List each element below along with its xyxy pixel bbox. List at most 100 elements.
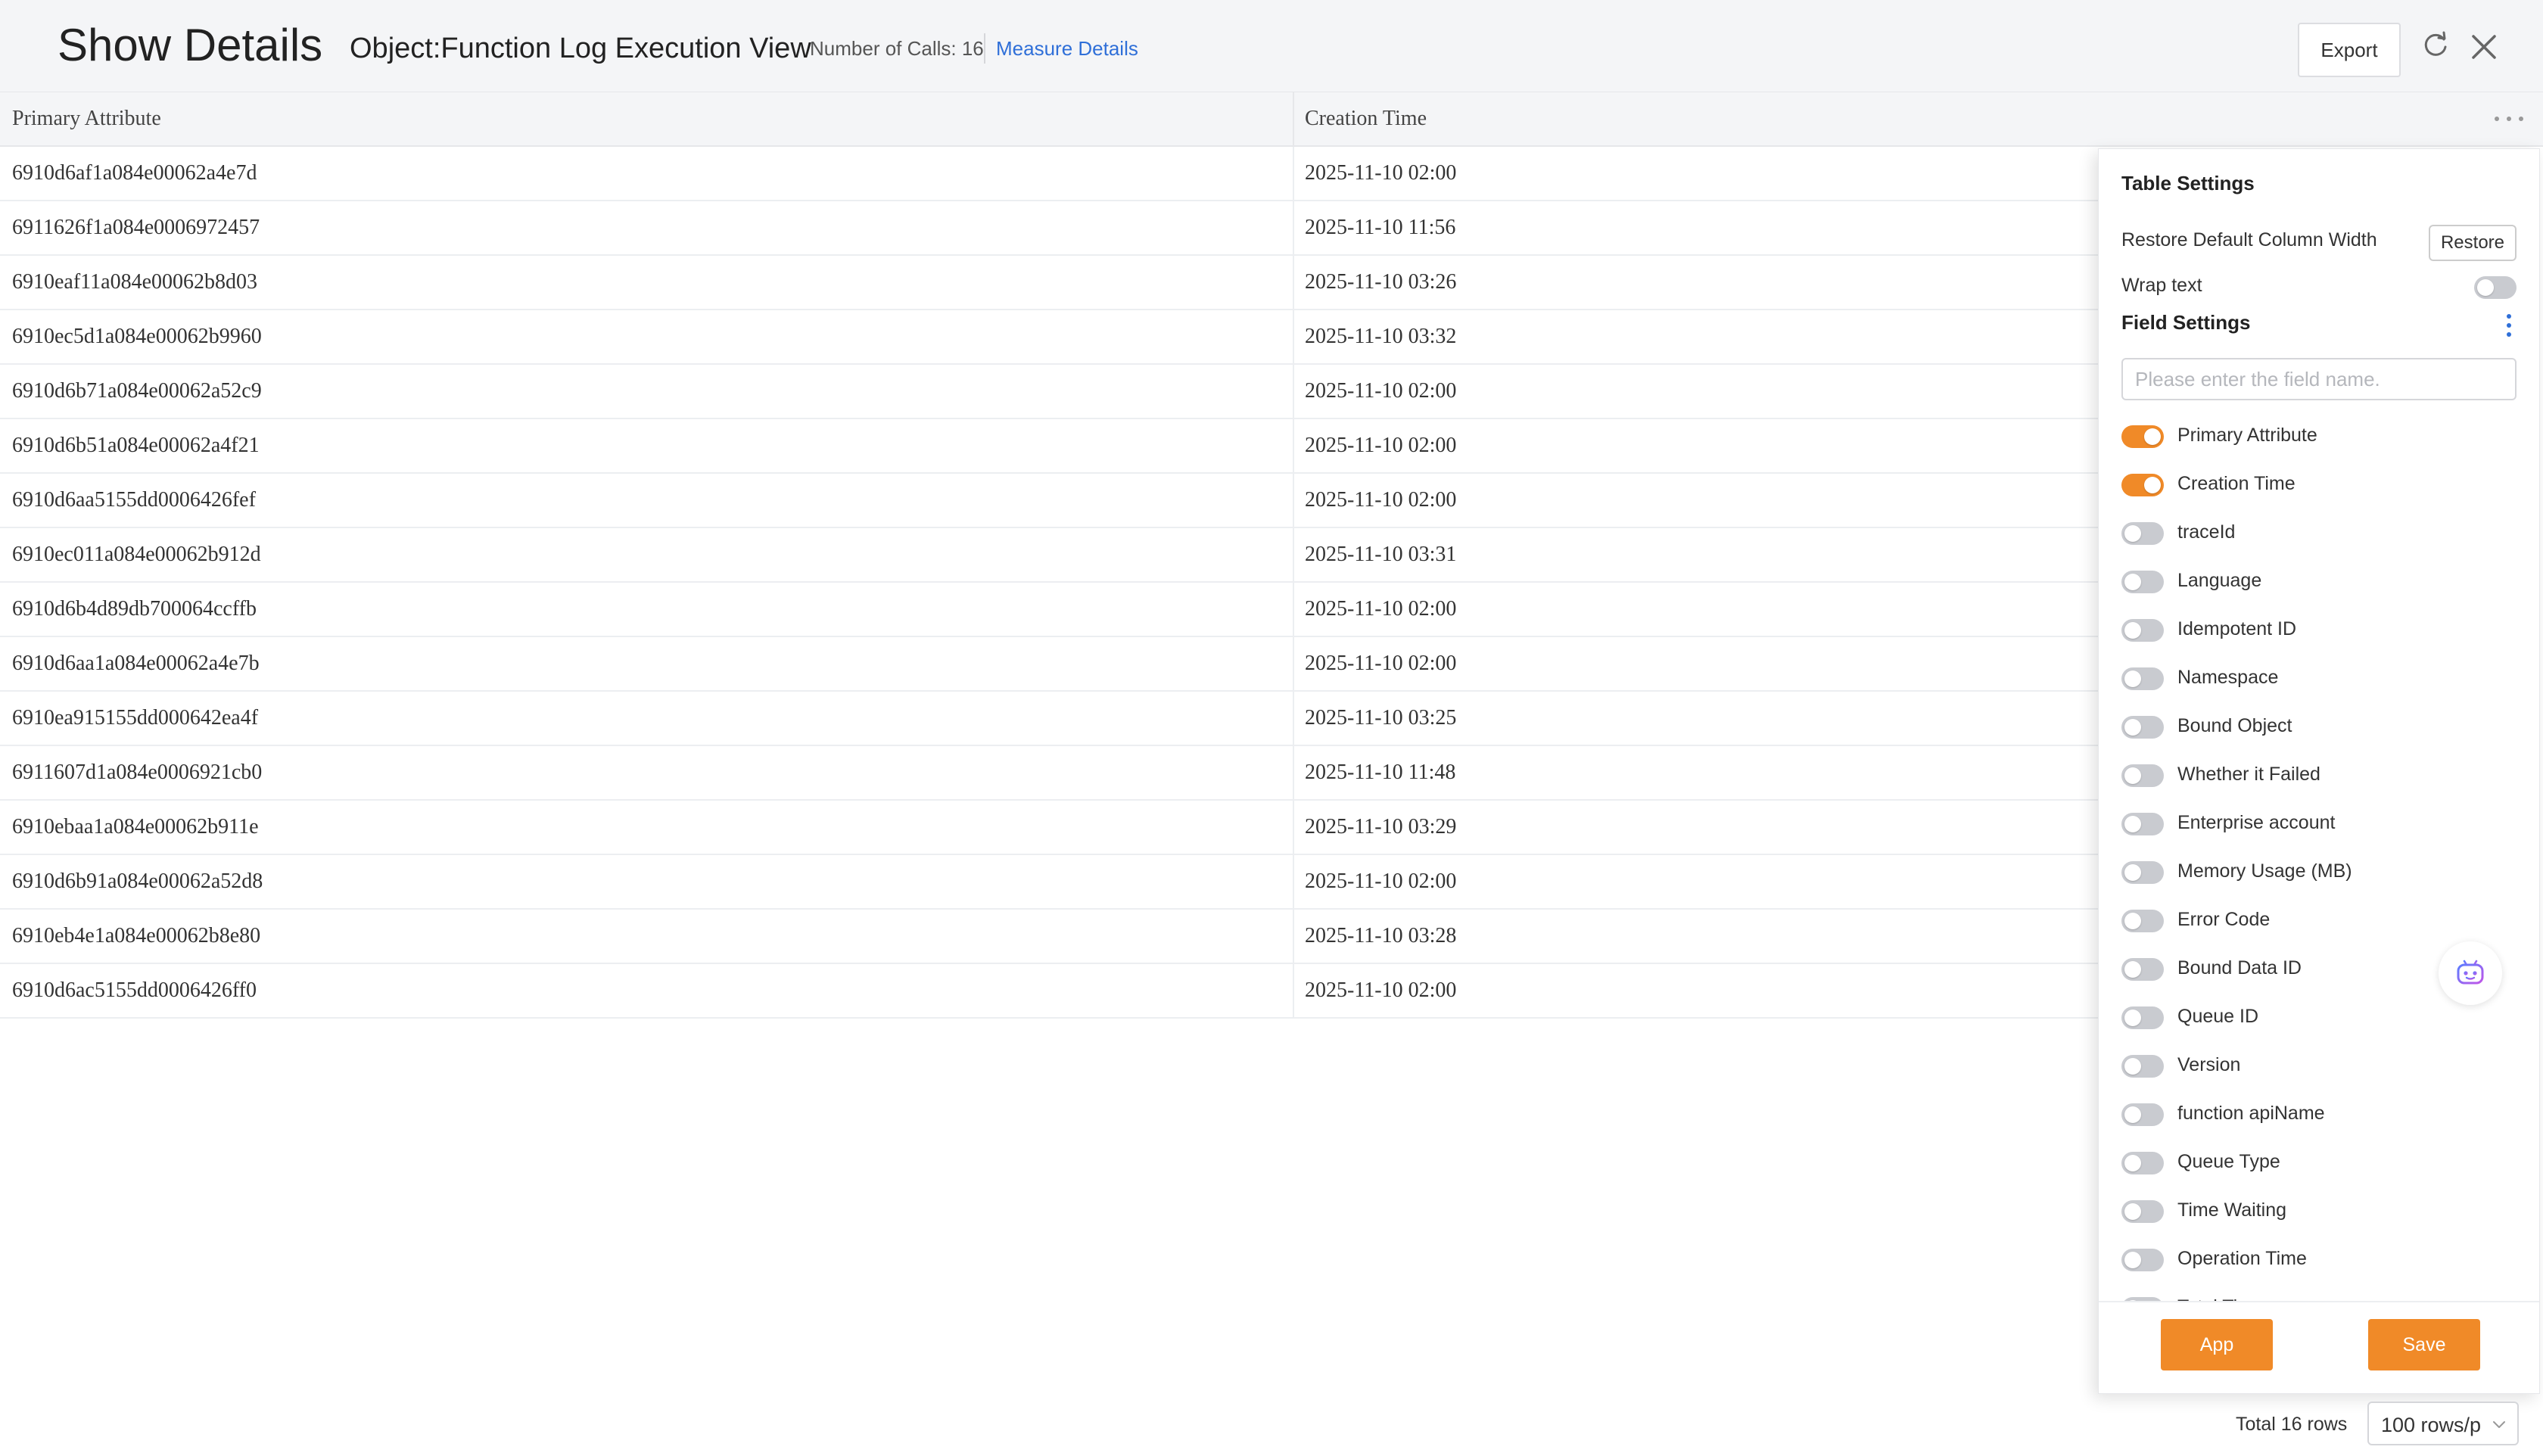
table-settings-panel: Table Settings Restore Default Column Wi…: [2098, 148, 2540, 1394]
table-row[interactable]: 6910ec5d1a084e00062b9960 2025-11-10 03:32: [0, 310, 2098, 365]
field-visibility-toggle[interactable]: [2121, 1006, 2164, 1029]
field-visibility-toggle[interactable]: [2121, 571, 2164, 593]
field-item[interactable]: Time Waiting: [2099, 1187, 2539, 1236]
field-visibility-toggle[interactable]: [2121, 619, 2164, 642]
table-row[interactable]: 6910ebaa1a084e00062b911e 2025-11-10 03:29: [0, 801, 2098, 855]
field-visibility-toggle[interactable]: [2121, 1103, 2164, 1126]
field-visibility-toggle[interactable]: [2121, 1200, 2164, 1223]
field-item[interactable]: Whether it Failed: [2099, 751, 2539, 800]
table-row[interactable]: 6910d6b4d89db700064ccffb 2025-11-10 02:00: [0, 583, 2098, 637]
restore-button[interactable]: Restore: [2429, 225, 2517, 261]
cell-creation-time: 2025-11-10 03:26: [1305, 270, 1457, 294]
field-label: Whether it Failed: [2177, 764, 2320, 785]
row-divider: [1293, 201, 1294, 254]
table-settings-title: Table Settings: [2121, 172, 2255, 194]
column-header-primary-attribute[interactable]: Primary Attribute: [12, 92, 161, 145]
row-divider: [1293, 746, 1294, 799]
field-name-search-input[interactable]: [2121, 358, 2517, 400]
field-visibility-toggle[interactable]: [2121, 1152, 2164, 1174]
field-visibility-toggle[interactable]: [2121, 958, 2164, 981]
row-divider: [1293, 147, 1294, 200]
close-icon[interactable]: [2469, 32, 2499, 62]
row-divider: [1293, 419, 1294, 472]
field-item[interactable]: Queue Type: [2099, 1139, 2539, 1187]
table-row[interactable]: 6910d6aa1a084e00062a4e7b 2025-11-10 02:00: [0, 637, 2098, 692]
table-row[interactable]: 6910d6b71a084e00062a52c9 2025-11-10 02:00: [0, 365, 2098, 419]
field-item[interactable]: Error Code: [2099, 897, 2539, 945]
field-visibility-toggle[interactable]: [2121, 1055, 2164, 1078]
field-label: Enterprise account: [2177, 812, 2336, 833]
app-button[interactable]: App: [2161, 1319, 2273, 1370]
field-list[interactable]: Primary Attribute Creation Time traceId Lan…: [2099, 412, 2539, 1393]
table-row[interactable]: 6910ec011a084e00062b912d 2025-11-10 03:31: [0, 528, 2098, 583]
table-row[interactable]: 6910d6aa5155dd0006426fef 2025-11-10 02:00: [0, 474, 2098, 528]
table-row[interactable]: 6910eaf11a084e00062b8d03 2025-11-10 03:26: [0, 256, 2098, 310]
table-row[interactable]: 6910eb4e1a084e00062b8e80 2025-11-10 03:28: [0, 910, 2098, 964]
field-item[interactable]: Idempotent ID: [2099, 606, 2539, 655]
measure-details-link[interactable]: Measure Details: [996, 36, 1138, 61]
cell-primary-attribute: 6911607d1a084e0006921cb0: [12, 761, 263, 784]
calls-count: Number of Calls: 16: [810, 37, 984, 60]
save-button[interactable]: Save: [2368, 1319, 2480, 1370]
column-header-creation-time[interactable]: Creation Time: [1305, 92, 1427, 145]
cell-creation-time: 2025-11-10 02:00: [1305, 978, 1457, 1002]
field-item[interactable]: Language: [2099, 558, 2539, 606]
row-divider: [1293, 365, 1294, 418]
field-visibility-toggle[interactable]: [2121, 425, 2164, 448]
page-header: Show Details Object:Function Log Executi…: [0, 0, 2543, 92]
table-row[interactable]: 6911607d1a084e0006921cb0 2025-11-10 11:48: [0, 746, 2098, 801]
total-rows-count: Total 16 rows: [2236, 1414, 2348, 1435]
field-item[interactable]: Memory Usage (MB): [2099, 848, 2539, 897]
kebab-menu-icon[interactable]: [2501, 313, 2517, 338]
table-row[interactable]: 6910d6ac5155dd0006426ff0 2025-11-10 02:00: [0, 964, 2098, 1019]
field-label: Idempotent ID: [2177, 618, 2297, 639]
export-button[interactable]: Export: [2298, 23, 2401, 77]
field-label: Time Waiting: [2177, 1199, 2287, 1221]
table-row[interactable]: 6910d6b91a084e00062a52d8 2025-11-10 02:00: [0, 855, 2098, 910]
field-item[interactable]: Bound Object: [2099, 703, 2539, 751]
cell-creation-time: 2025-11-10 02:00: [1305, 434, 1457, 457]
table-row[interactable]: 6910d6b51a084e00062a4f21 2025-11-10 02:00: [0, 419, 2098, 474]
field-item[interactable]: Creation Time: [2099, 461, 2539, 509]
cell-primary-attribute: 6910ec5d1a084e00062b9960: [12, 325, 262, 348]
field-visibility-toggle[interactable]: [2121, 1249, 2164, 1271]
cell-creation-time: 2025-11-10 02:00: [1305, 488, 1457, 512]
row-divider: [1293, 583, 1294, 636]
field-label: function apiName: [2177, 1103, 2325, 1124]
field-item[interactable]: Operation Time: [2099, 1236, 2539, 1284]
field-item[interactable]: traceId: [2099, 509, 2539, 558]
field-visibility-toggle[interactable]: [2121, 667, 2164, 690]
row-divider: [1293, 855, 1294, 908]
field-visibility-toggle[interactable]: [2121, 716, 2164, 739]
ai-assistant-icon[interactable]: [2439, 941, 2502, 1005]
field-item[interactable]: Primary Attribute: [2099, 412, 2539, 461]
row-divider: [1293, 964, 1294, 1017]
table-row[interactable]: 6910d6af1a084e00062a4e7d 2025-11-10 02:00: [0, 147, 2098, 201]
row-divider: [1293, 256, 1294, 309]
more-options-icon[interactable]: [2490, 106, 2528, 133]
field-visibility-toggle[interactable]: [2121, 861, 2164, 884]
column-divider[interactable]: [1293, 92, 1294, 145]
cell-creation-time: 2025-11-10 02:00: [1305, 652, 1457, 675]
field-item[interactable]: function apiName: [2099, 1090, 2539, 1139]
field-visibility-toggle[interactable]: [2121, 813, 2164, 835]
field-item[interactable]: Enterprise account: [2099, 800, 2539, 848]
cell-creation-time: 2025-11-10 03:28: [1305, 924, 1457, 947]
field-visibility-toggle[interactable]: [2121, 764, 2164, 787]
wrap-text-toggle[interactable]: [2474, 276, 2517, 299]
refresh-icon[interactable]: [2420, 30, 2451, 61]
cell-creation-time: 2025-11-10 02:00: [1305, 161, 1457, 185]
settings-panel-footer: App Save: [2099, 1301, 2539, 1393]
field-visibility-toggle[interactable]: [2121, 910, 2164, 932]
page-size-select[interactable]: 100 rows/p: [2367, 1402, 2519, 1445]
field-visibility-toggle[interactable]: [2121, 522, 2164, 545]
field-item[interactable]: Version: [2099, 1042, 2539, 1090]
table-header: Primary Attribute Creation Time: [0, 92, 2543, 147]
cell-primary-attribute: 6911626f1a084e0006972457: [12, 216, 260, 239]
table-row[interactable]: 6910ea915155dd000642ea4f 2025-11-10 03:25: [0, 692, 2098, 746]
table-row[interactable]: 6911626f1a084e0006972457 2025-11-10 11:56: [0, 201, 2098, 256]
field-label: Version: [2177, 1054, 2241, 1075]
field-item[interactable]: Namespace: [2099, 655, 2539, 703]
row-divider: [1293, 528, 1294, 581]
field-visibility-toggle[interactable]: [2121, 474, 2164, 496]
